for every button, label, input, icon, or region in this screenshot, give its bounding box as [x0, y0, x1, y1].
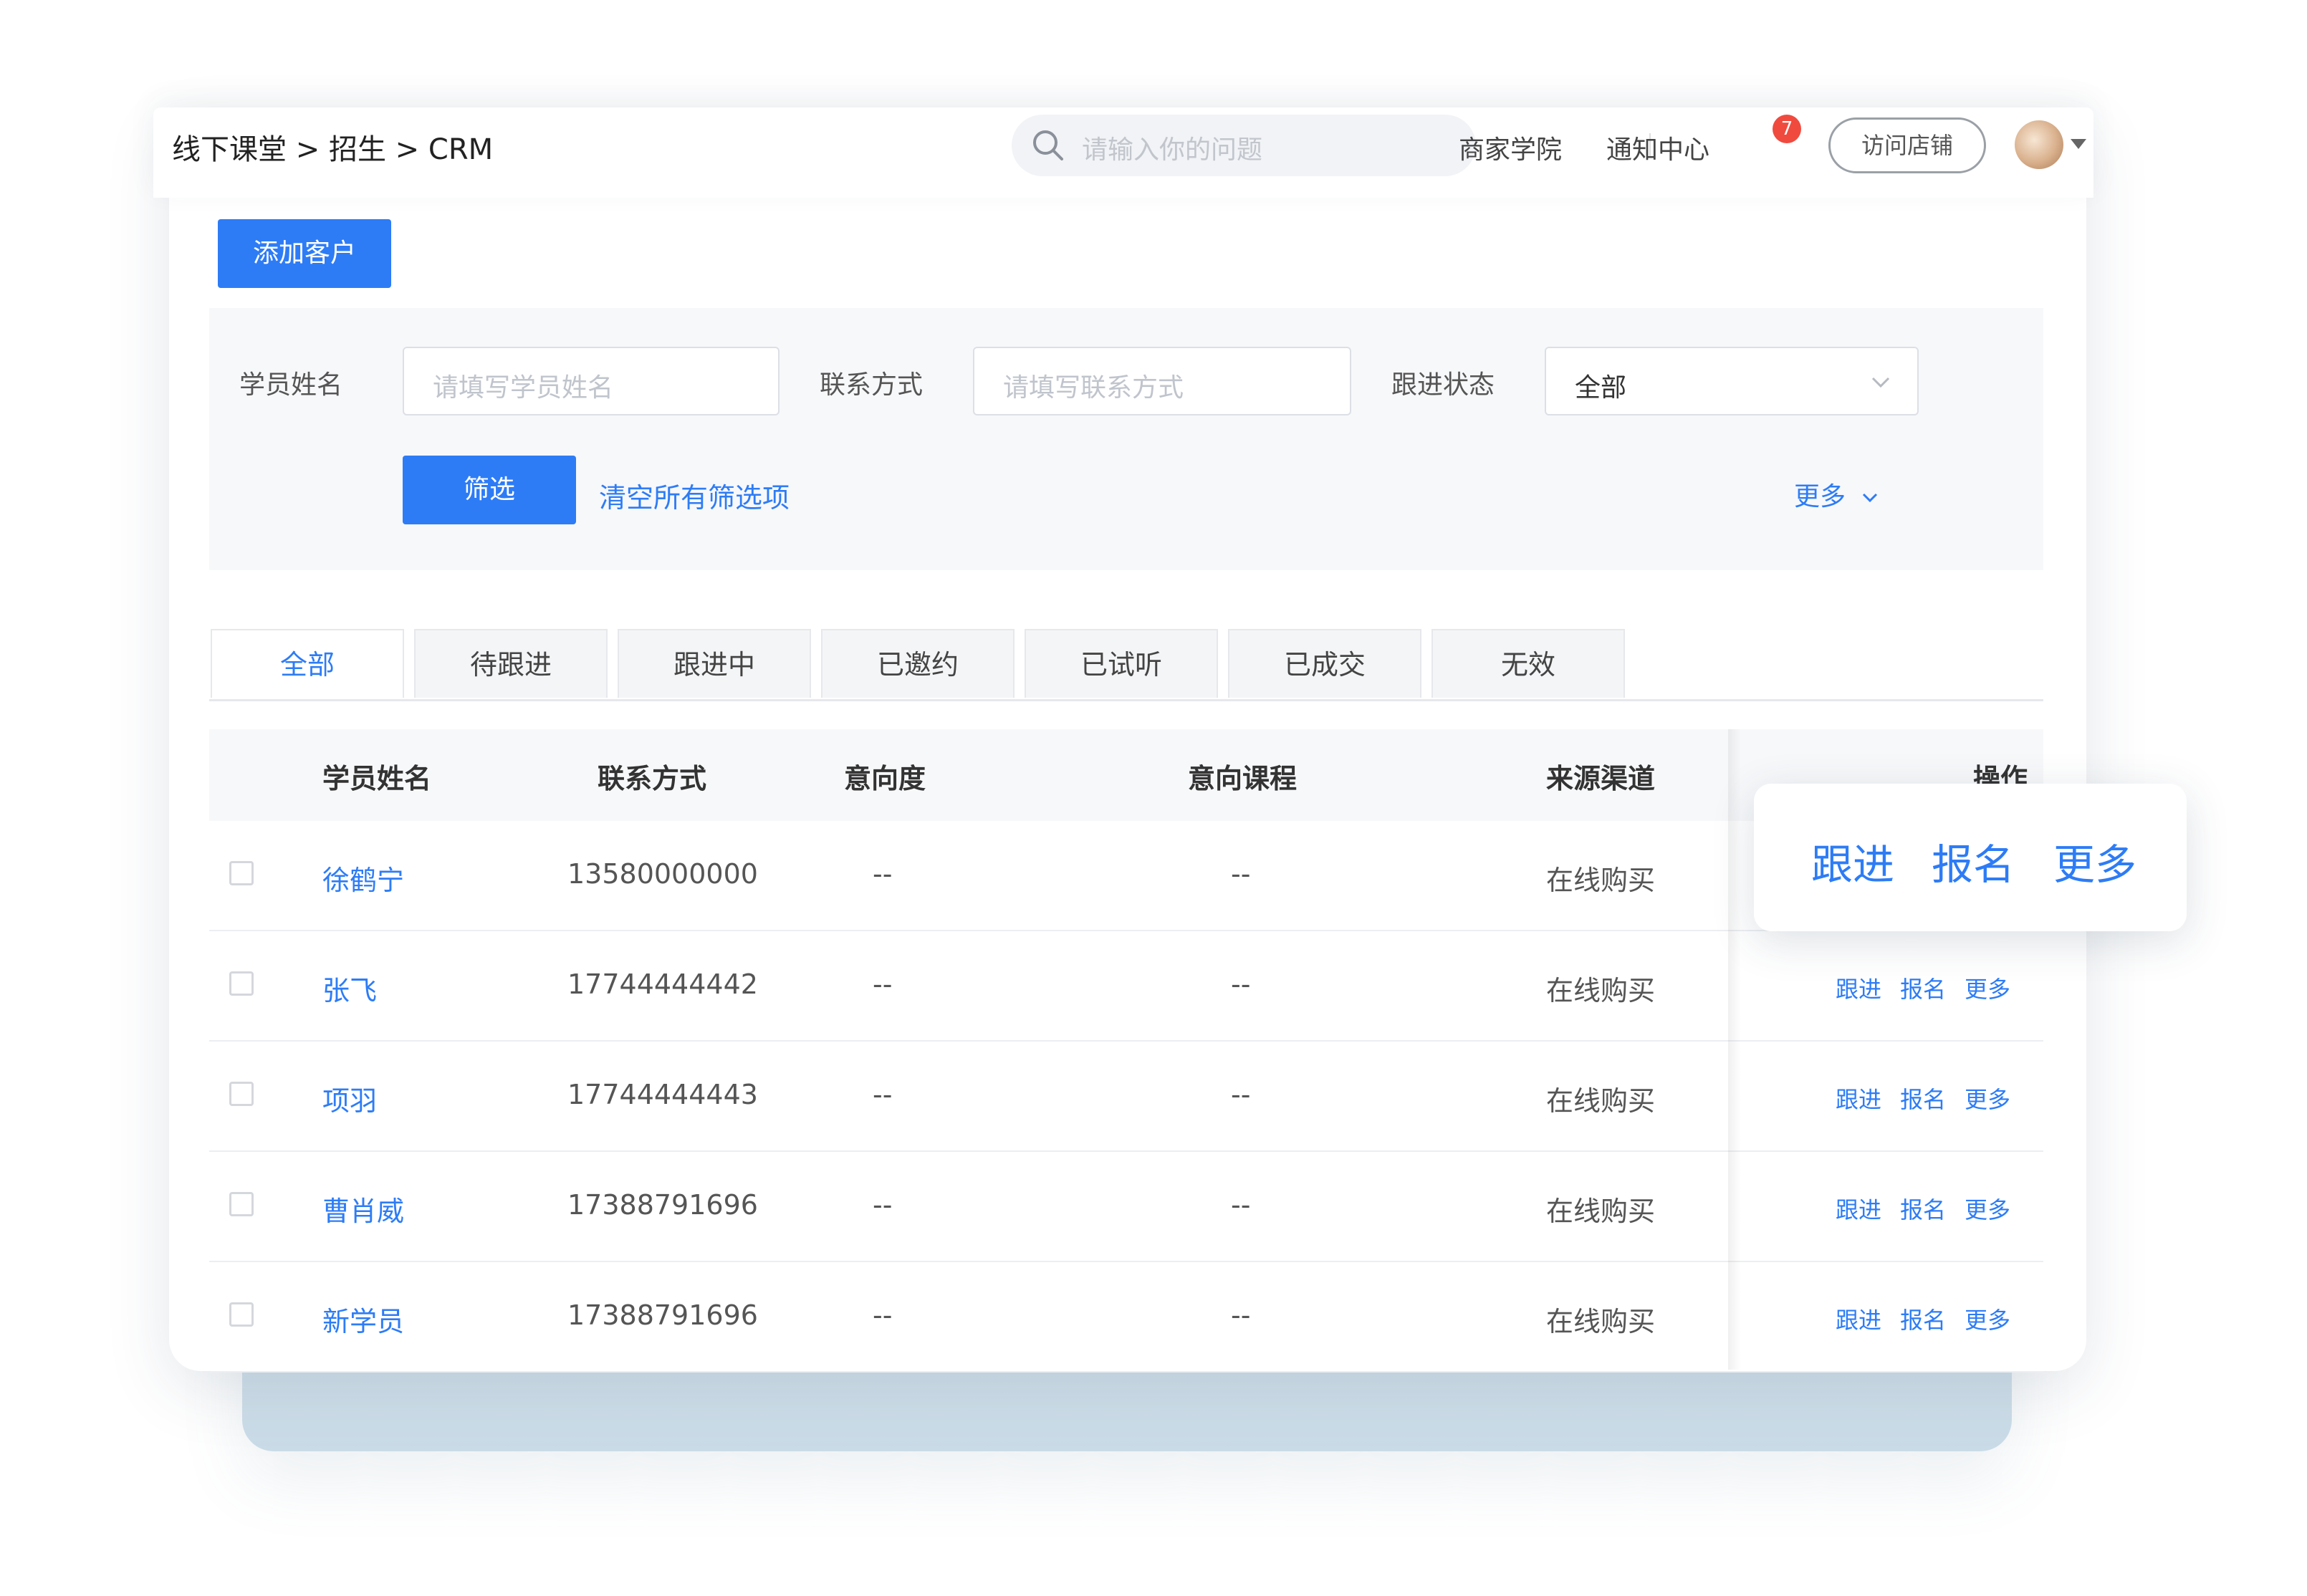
chevron-down-icon — [1863, 493, 1878, 503]
course-cell: -- — [1231, 1299, 1251, 1331]
notification-badge: 7 — [1773, 115, 1801, 143]
follow-status-value: 全部 — [1575, 373, 1627, 403]
more-link[interactable]: 更多 — [1965, 1196, 2010, 1224]
more-link[interactable]: 更多 — [1965, 1086, 2010, 1113]
actions-popover: 跟进 报名 更多 — [1754, 784, 2187, 931]
merchant-academy-link[interactable]: 商家学院 — [1459, 129, 1562, 166]
student-name-link[interactable]: 新学员 — [322, 1299, 404, 1339]
tab-invalid[interactable]: 无效 — [1431, 629, 1625, 698]
contact-cell: 17388791696 — [567, 1189, 758, 1221]
follow-status-label: 跟进状态 — [1391, 370, 1495, 400]
enroll-link[interactable]: 报名 — [1900, 1196, 1946, 1224]
contact-placeholder: 请填写联系方式 — [1003, 373, 1184, 403]
student-name-placeholder: 请填写学员姓名 — [433, 373, 614, 403]
student-name-field[interactable]: 请填写学员姓名 — [403, 347, 780, 415]
table-row: 张飞 17744444442 -- -- 在线购买 跟进 报名 更多 — [209, 931, 2043, 1042]
tab-pending-follow[interactable]: 待跟进 — [414, 629, 608, 698]
contact-cell: 17388791696 — [567, 1299, 758, 1331]
enroll-link[interactable]: 报名 — [1900, 1086, 1946, 1113]
table-row: 项羽 17744444443 -- -- 在线购买 跟进 报名 更多 — [209, 1042, 2043, 1152]
popover-more-link[interactable]: 更多 — [2053, 831, 2136, 891]
row-checkbox[interactable] — [229, 971, 254, 996]
row-checkbox[interactable] — [229, 1082, 254, 1106]
search-bar[interactable]: 请输入你的问题 — [1012, 115, 1476, 176]
tab-invited[interactable]: 已邀约 — [821, 629, 1015, 698]
column-header-course: 意向课程 — [1188, 763, 1298, 794]
more-filters-label: 更多 — [1794, 482, 1846, 511]
follow-link[interactable]: 跟进 — [1836, 1307, 1881, 1334]
more-filters-toggle[interactable]: 更多 — [1794, 476, 1881, 513]
column-header-contact: 联系方式 — [598, 763, 707, 794]
visit-store-button[interactable]: 访问店铺 — [1828, 117, 1986, 173]
more-link[interactable]: 更多 — [1965, 976, 2010, 1003]
intent-cell: -- — [873, 1189, 893, 1221]
search-icon — [1030, 128, 1066, 166]
source-cell: 在线购买 — [1546, 1306, 1656, 1337]
contact-cell: 17744444442 — [567, 968, 758, 1000]
row-actions: 跟进 报名 更多 — [1836, 1302, 2029, 1335]
table-row: 新学员 17388791696 -- -- 在线购买 跟进 报名 更多 — [209, 1262, 2043, 1373]
contact-label: 联系方式 — [820, 370, 924, 400]
tab-closed[interactable]: 已成交 — [1228, 629, 1421, 698]
follow-link[interactable]: 跟进 — [1836, 1196, 1881, 1224]
row-checkbox[interactable] — [229, 861, 254, 885]
more-link[interactable]: 更多 — [1965, 1307, 2010, 1334]
clear-filters-link[interactable]: 清空所有筛选项 — [599, 476, 790, 515]
row-actions: 跟进 报名 更多 — [1836, 1192, 2029, 1225]
search-input[interactable]: 请输入你的问题 — [1082, 129, 1262, 166]
student-name-link[interactable]: 徐鹤宁 — [322, 858, 404, 898]
popover-follow-link[interactable]: 跟进 — [1811, 831, 1894, 891]
source-cell: 在线购买 — [1546, 975, 1656, 1006]
course-cell: -- — [1231, 858, 1251, 890]
breadcrumb: 线下课堂 > 招生 > CRM — [172, 133, 494, 166]
course-cell: -- — [1231, 1079, 1251, 1110]
student-name-link[interactable]: 张飞 — [322, 968, 377, 1008]
popover-enroll-link[interactable]: 报名 — [1932, 831, 2015, 891]
column-header-intent: 意向度 — [844, 763, 926, 794]
chevron-down-icon — [1869, 370, 1893, 397]
source-cell: 在线购买 — [1546, 1085, 1656, 1117]
column-header-name: 学员姓名 — [322, 763, 432, 794]
intent-cell: -- — [873, 1079, 893, 1110]
intent-cell: -- — [873, 1299, 893, 1331]
add-customer-button[interactable]: 添加客户 — [218, 219, 391, 288]
filter-button[interactable]: 筛选 — [403, 456, 576, 524]
status-tabs: 全部 待跟进 跟进中 已邀约 已试听 已成交 无效 — [209, 629, 2043, 701]
enroll-link[interactable]: 报名 — [1900, 976, 1946, 1003]
contact-field[interactable]: 请填写联系方式 — [973, 347, 1351, 415]
contact-cell: 17744444443 — [567, 1079, 758, 1110]
course-cell: -- — [1231, 1189, 1251, 1221]
tab-following[interactable]: 跟进中 — [618, 629, 811, 698]
source-cell: 在线购买 — [1546, 865, 1656, 896]
row-checkbox[interactable] — [229, 1192, 254, 1216]
course-cell: -- — [1231, 968, 1251, 1000]
follow-status-select[interactable]: 全部 — [1545, 347, 1919, 415]
column-header-source: 来源渠道 — [1546, 763, 1656, 794]
enroll-link[interactable]: 报名 — [1900, 1307, 1946, 1334]
row-actions: 跟进 报名 更多 — [1836, 971, 2029, 1004]
row-actions: 跟进 报名 更多 — [1836, 1082, 2029, 1115]
student-name-label: 学员姓名 — [239, 370, 343, 400]
tab-trialed[interactable]: 已试听 — [1025, 629, 1218, 698]
student-name-link[interactable]: 项羽 — [322, 1079, 377, 1118]
tab-all[interactable]: 全部 — [211, 629, 404, 698]
follow-link[interactable]: 跟进 — [1836, 1086, 1881, 1113]
notification-center-link[interactable]: 通知中心 — [1606, 129, 1709, 166]
row-checkbox[interactable] — [229, 1302, 254, 1327]
table-row: 曹肖威 17388791696 -- -- 在线购买 跟进 报名 更多 — [209, 1152, 2043, 1262]
chevron-down-icon[interactable] — [2071, 139, 2086, 149]
fixed-column-shadow — [1728, 729, 1741, 1370]
intent-cell: -- — [873, 968, 893, 1000]
intent-cell: -- — [873, 858, 893, 890]
source-cell: 在线购买 — [1546, 1196, 1656, 1227]
contact-cell: 13580000000 — [567, 858, 758, 890]
follow-link[interactable]: 跟进 — [1836, 976, 1881, 1003]
avatar[interactable] — [2015, 120, 2063, 169]
student-name-link[interactable]: 曹肖威 — [322, 1189, 404, 1229]
